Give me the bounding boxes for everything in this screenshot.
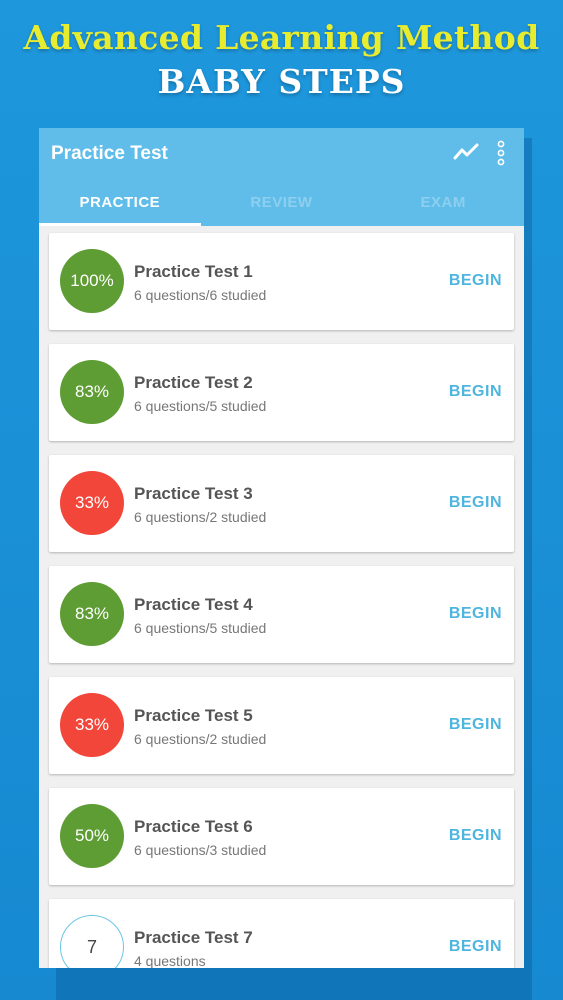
practice-test-card[interactable]: 33% Practice Test 3 6 questions/2 studie… — [49, 455, 514, 552]
practice-test-subtitle: 6 questions/6 studied — [134, 287, 267, 303]
begin-button[interactable]: BEGIN — [449, 605, 502, 623]
progress-badge: 83% — [60, 582, 124, 646]
practice-test-subtitle: 4 questions — [134, 953, 206, 968]
practice-test-card[interactable]: 100% Practice Test 1 6 questions/6 studi… — [49, 233, 514, 330]
tab-review[interactable]: REVIEW — [201, 186, 363, 226]
promo-headline: Advanced Learning Method — [23, 18, 540, 57]
promo-subheadline: BABY STEPS — [157, 62, 406, 101]
tab-practice[interactable]: PRACTICE — [39, 186, 201, 226]
more-vertical-icon[interactable] — [495, 140, 507, 166]
practice-test-title: Practice Test 3 — [134, 484, 253, 503]
begin-button[interactable]: BEGIN — [449, 827, 502, 845]
app-bar: Practice Test PRACTICE REVIEW EXAM — [39, 128, 524, 226]
practice-test-title: Practice Test 1 — [134, 262, 253, 281]
begin-button[interactable]: BEGIN — [449, 383, 502, 401]
practice-test-card[interactable]: 83% Practice Test 2 6 questions/5 studie… — [49, 344, 514, 441]
begin-button[interactable]: BEGIN — [449, 272, 502, 290]
begin-button[interactable]: BEGIN — [449, 938, 502, 956]
practice-test-card[interactable]: 7 Practice Test 7 4 questions BEGIN — [49, 899, 514, 968]
begin-button[interactable]: BEGIN — [449, 716, 502, 734]
begin-button[interactable]: BEGIN — [449, 494, 502, 512]
practice-test-title: Practice Test 2 — [134, 373, 253, 392]
trend-line-icon[interactable] — [453, 142, 479, 162]
app-title: Practice Test — [51, 143, 168, 164]
practice-test-title: Practice Test 6 — [134, 817, 253, 836]
progress-badge: 100% — [60, 249, 124, 313]
progress-badge: 50% — [60, 804, 124, 868]
practice-test-card[interactable]: 50% Practice Test 6 6 questions/3 studie… — [49, 788, 514, 885]
practice-test-card[interactable]: 33% Practice Test 5 6 questions/2 studie… — [49, 677, 514, 774]
promo-screen: Advanced Learning Method BABY STEPS Prac… — [0, 0, 563, 1000]
tab-bar: PRACTICE REVIEW EXAM — [39, 186, 524, 226]
practice-test-card[interactable]: 83% Practice Test 4 6 questions/5 studie… — [49, 566, 514, 663]
progress-badge: 33% — [60, 471, 124, 535]
progress-badge: 33% — [60, 693, 124, 757]
practice-test-subtitle: 6 questions/2 studied — [134, 509, 267, 525]
practice-test-subtitle: 6 questions/2 studied — [134, 731, 267, 747]
practice-test-subtitle: 6 questions/5 studied — [134, 620, 267, 636]
practice-test-title: Practice Test 5 — [134, 706, 253, 725]
tab-exam[interactable]: EXAM — [362, 186, 524, 226]
practice-test-subtitle: 6 questions/5 studied — [134, 398, 267, 414]
practice-test-list: 100% Practice Test 1 6 questions/6 studi… — [49, 233, 514, 968]
practice-test-title: Practice Test 7 — [134, 928, 253, 947]
app-window: Practice Test PRACTICE REVIEW EXAM 100% … — [39, 128, 524, 968]
progress-badge: 83% — [60, 360, 124, 424]
practice-test-title: Practice Test 4 — [134, 595, 253, 614]
question-count-badge: 7 — [60, 915, 124, 968]
practice-test-subtitle: 6 questions/3 studied — [134, 842, 267, 858]
